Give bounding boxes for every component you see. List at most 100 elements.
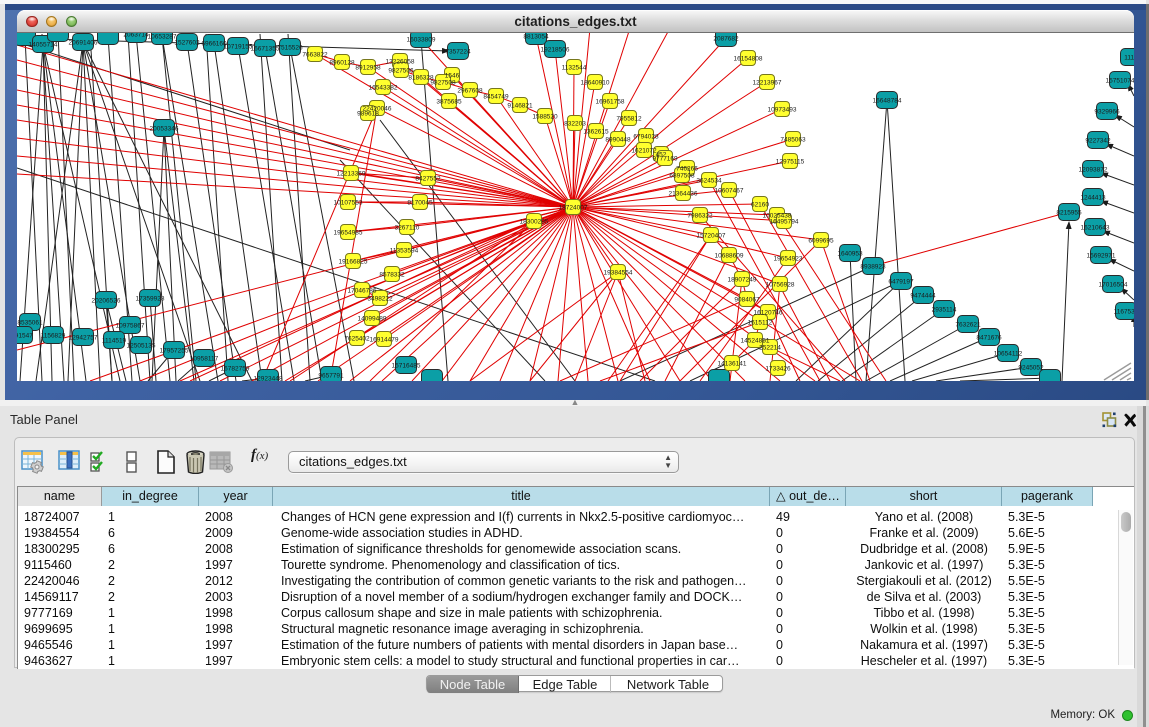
svg-text:1527602: 1527602 bbox=[174, 40, 200, 47]
svg-text:1546: 1546 bbox=[445, 73, 460, 80]
svg-text:20691406: 20691406 bbox=[69, 40, 98, 47]
svg-text:8170045: 8170045 bbox=[407, 200, 433, 207]
svg-text:19654923: 19654923 bbox=[774, 256, 803, 263]
svg-text:10654112: 10654112 bbox=[994, 351, 1023, 358]
svg-text:7955812: 7955812 bbox=[616, 116, 642, 123]
svg-text:1167533: 1167533 bbox=[1114, 309, 1134, 316]
svg-text:16033809: 16033809 bbox=[407, 37, 436, 44]
svg-text:8471676: 8471676 bbox=[976, 335, 1002, 342]
svg-text:8454749: 8454749 bbox=[483, 94, 509, 101]
svg-text:20053346: 20053346 bbox=[150, 126, 179, 133]
svg-text:16495794: 16495794 bbox=[770, 219, 799, 226]
svg-text:62160: 62160 bbox=[751, 202, 769, 209]
svg-text:8938923: 8938923 bbox=[860, 264, 886, 271]
svg-text:18300295: 18300295 bbox=[520, 219, 549, 226]
svg-text:1114519: 1114519 bbox=[102, 338, 127, 345]
svg-text:9474444: 9474444 bbox=[910, 293, 936, 300]
svg-text:9245052: 9245052 bbox=[1018, 365, 1044, 372]
svg-text:19166825: 19166825 bbox=[339, 259, 368, 266]
svg-text:8215955: 8215955 bbox=[1056, 210, 1082, 217]
svg-text:746266: 746266 bbox=[676, 166, 698, 173]
svg-text:17359928: 17359928 bbox=[136, 296, 165, 303]
svg-text:2087682: 2087682 bbox=[713, 36, 739, 43]
svg-text:9227342: 9227342 bbox=[1085, 138, 1111, 145]
svg-text:7357224: 7357224 bbox=[445, 49, 471, 56]
svg-text:16961758: 16961758 bbox=[596, 99, 625, 106]
svg-text:14524851: 14524851 bbox=[741, 338, 770, 345]
svg-text:15716485: 15716485 bbox=[392, 363, 421, 370]
svg-text:7986322: 7986322 bbox=[687, 213, 713, 220]
svg-text:9146821: 9146821 bbox=[507, 103, 533, 110]
svg-text:10973493: 10973493 bbox=[768, 107, 797, 114]
svg-text:15692971: 15692971 bbox=[1087, 253, 1116, 260]
svg-text:1615112: 1615112 bbox=[748, 320, 773, 327]
svg-text:9827508: 9827508 bbox=[430, 80, 456, 87]
svg-text:1156829: 1156829 bbox=[41, 333, 66, 340]
svg-text:8813054: 8813054 bbox=[523, 34, 549, 41]
svg-text:9084067: 9084067 bbox=[734, 297, 760, 304]
svg-text:9329966: 9329966 bbox=[1094, 109, 1120, 116]
svg-text:21364436: 21364436 bbox=[669, 191, 698, 198]
svg-text:3875685: 3875685 bbox=[436, 99, 462, 106]
svg-text:10719155: 10719155 bbox=[224, 44, 253, 51]
svg-text:12213369: 12213369 bbox=[337, 171, 366, 178]
svg-text:19654985: 19654985 bbox=[334, 230, 363, 237]
svg-text:10688609: 10688609 bbox=[715, 253, 744, 260]
svg-text:16154808: 16154808 bbox=[734, 56, 763, 63]
svg-text:989618: 989618 bbox=[357, 111, 379, 118]
svg-text:7625402: 7625402 bbox=[344, 336, 370, 343]
svg-text:6897508: 6897508 bbox=[669, 173, 695, 180]
svg-text:252214: 252214 bbox=[759, 345, 781, 352]
svg-text:16671355: 16671355 bbox=[251, 46, 280, 53]
svg-text:1733426: 1733426 bbox=[765, 366, 791, 373]
svg-text:9657791: 9657791 bbox=[318, 373, 344, 380]
svg-text:17957255: 17957255 bbox=[160, 348, 189, 355]
svg-text:3267110: 3267110 bbox=[395, 225, 420, 232]
svg-text:16914479: 16914479 bbox=[370, 337, 399, 344]
svg-text:17046786: 17046786 bbox=[348, 288, 377, 295]
svg-text:12505135: 12505135 bbox=[127, 343, 156, 350]
svg-text:1362615: 1362615 bbox=[583, 129, 609, 136]
svg-text:7485063: 7485063 bbox=[780, 137, 806, 144]
svg-text:10975867: 10975867 bbox=[116, 323, 145, 330]
svg-text:6099695: 6099695 bbox=[808, 238, 834, 245]
svg-text:8990448: 8990448 bbox=[605, 137, 631, 144]
svg-text:391547: 391547 bbox=[17, 333, 33, 340]
svg-text:11353594: 11353594 bbox=[390, 248, 419, 255]
svg-text:3498222: 3498222 bbox=[367, 296, 393, 303]
svg-text:14099489: 14099489 bbox=[358, 316, 387, 323]
svg-text:1640953: 1640953 bbox=[837, 251, 863, 258]
svg-text:6794028: 6794028 bbox=[633, 134, 659, 141]
svg-text:12975115: 12975115 bbox=[776, 159, 805, 166]
svg-text:10107553: 10107553 bbox=[334, 200, 363, 207]
svg-text:16210643: 16210643 bbox=[1081, 225, 1110, 232]
svg-text:2967608: 2967608 bbox=[457, 88, 483, 95]
svg-text:12923448: 12923448 bbox=[254, 376, 283, 382]
svg-text:14136141: 14136141 bbox=[718, 361, 747, 368]
svg-text:1588520: 1588520 bbox=[532, 114, 558, 121]
svg-text:16543382: 16543382 bbox=[369, 85, 398, 92]
svg-text:18724007: 18724007 bbox=[559, 205, 588, 212]
svg-text:9777169: 9777169 bbox=[652, 156, 678, 163]
svg-text:18907249: 18907249 bbox=[728, 277, 757, 284]
svg-text:16120746: 16120746 bbox=[754, 310, 783, 317]
svg-text:1621072: 1621072 bbox=[631, 148, 657, 155]
svg-text:10756928: 10756928 bbox=[766, 282, 795, 289]
svg-text:832203: 832203 bbox=[564, 121, 586, 128]
svg-text:16648784: 16648784 bbox=[873, 98, 902, 105]
svg-text:2063714: 2063714 bbox=[123, 33, 149, 39]
svg-text:9827506: 9827506 bbox=[388, 68, 414, 75]
svg-text:7515526: 7515526 bbox=[277, 45, 303, 52]
svg-text:8960128: 8960128 bbox=[329, 60, 355, 67]
svg-text:8535061: 8535061 bbox=[17, 320, 43, 327]
svg-text:20206526: 20206526 bbox=[92, 298, 121, 305]
svg-text:13226058: 13226058 bbox=[386, 59, 415, 66]
svg-text:12213967: 12213967 bbox=[753, 80, 782, 87]
svg-text:1132544: 1132544 bbox=[562, 65, 587, 72]
svg-text:6479197: 6479197 bbox=[888, 279, 914, 286]
svg-text:19384554: 19384554 bbox=[604, 270, 633, 277]
svg-text:7663822: 7663822 bbox=[302, 52, 328, 59]
svg-text:15751074: 15751074 bbox=[1106, 78, 1134, 85]
svg-text:8912958: 8912958 bbox=[355, 65, 381, 72]
svg-text:17016504: 17016504 bbox=[1099, 282, 1128, 289]
